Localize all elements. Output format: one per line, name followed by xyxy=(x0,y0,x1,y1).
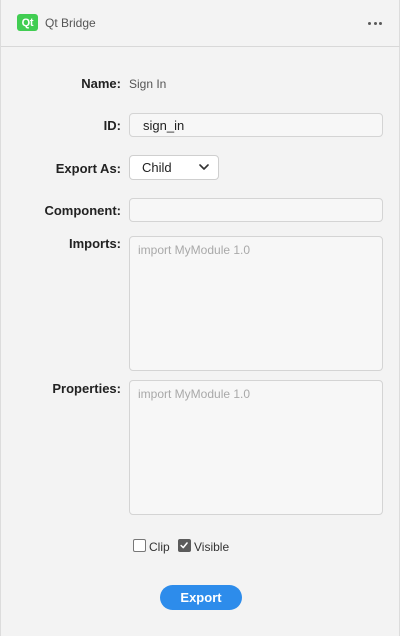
more-horizontal-icon xyxy=(368,21,371,25)
component-label: Component: xyxy=(44,203,121,218)
visible-label: Visible xyxy=(194,540,230,554)
imports-textarea[interactable] xyxy=(129,236,383,371)
export-as-selected: Child xyxy=(142,160,172,175)
name-label: Name: xyxy=(81,76,121,91)
export-as-label: Export As: xyxy=(55,161,121,176)
export-button[interactable]: Export xyxy=(160,585,242,610)
chevron-down-icon xyxy=(199,164,209,170)
properties-textarea[interactable] xyxy=(129,380,383,515)
qt-bridge-panel: Qt Qt Bridge Name: Sign In ID: Export As… xyxy=(0,0,400,636)
id-label: ID: xyxy=(103,118,121,133)
visible-checkbox[interactable] xyxy=(178,539,191,552)
component-input[interactable] xyxy=(129,198,383,222)
name-value: Sign In xyxy=(129,77,167,91)
panel-title: Qt Bridge xyxy=(45,16,96,30)
more-options-button[interactable] xyxy=(363,14,387,32)
id-input[interactable] xyxy=(129,113,383,137)
properties-label: Properties: xyxy=(52,381,121,396)
clip-label: Clip xyxy=(149,540,170,554)
clip-checkbox[interactable] xyxy=(133,539,146,552)
checkmark-icon xyxy=(180,542,188,549)
imports-label: Imports: xyxy=(69,236,121,251)
export-as-select[interactable]: Child xyxy=(129,155,219,180)
qt-logo: Qt xyxy=(17,14,38,31)
panel-header: Qt Qt Bridge xyxy=(1,0,400,47)
